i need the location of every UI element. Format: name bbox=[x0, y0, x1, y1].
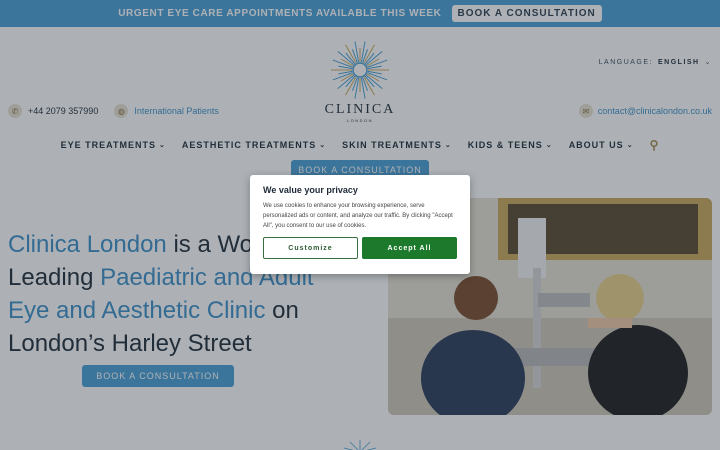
customize-button[interactable]: Customize bbox=[263, 237, 358, 259]
cookie-buttons: Customize Accept All bbox=[263, 237, 457, 259]
accept-all-button[interactable]: Accept All bbox=[362, 237, 457, 259]
cookie-consent-dialog: We value your privacy We use cookies to … bbox=[250, 175, 470, 274]
cookie-title: We value your privacy bbox=[263, 185, 358, 195]
cookie-text: We use cookies to enhance your browsing … bbox=[263, 203, 453, 229]
